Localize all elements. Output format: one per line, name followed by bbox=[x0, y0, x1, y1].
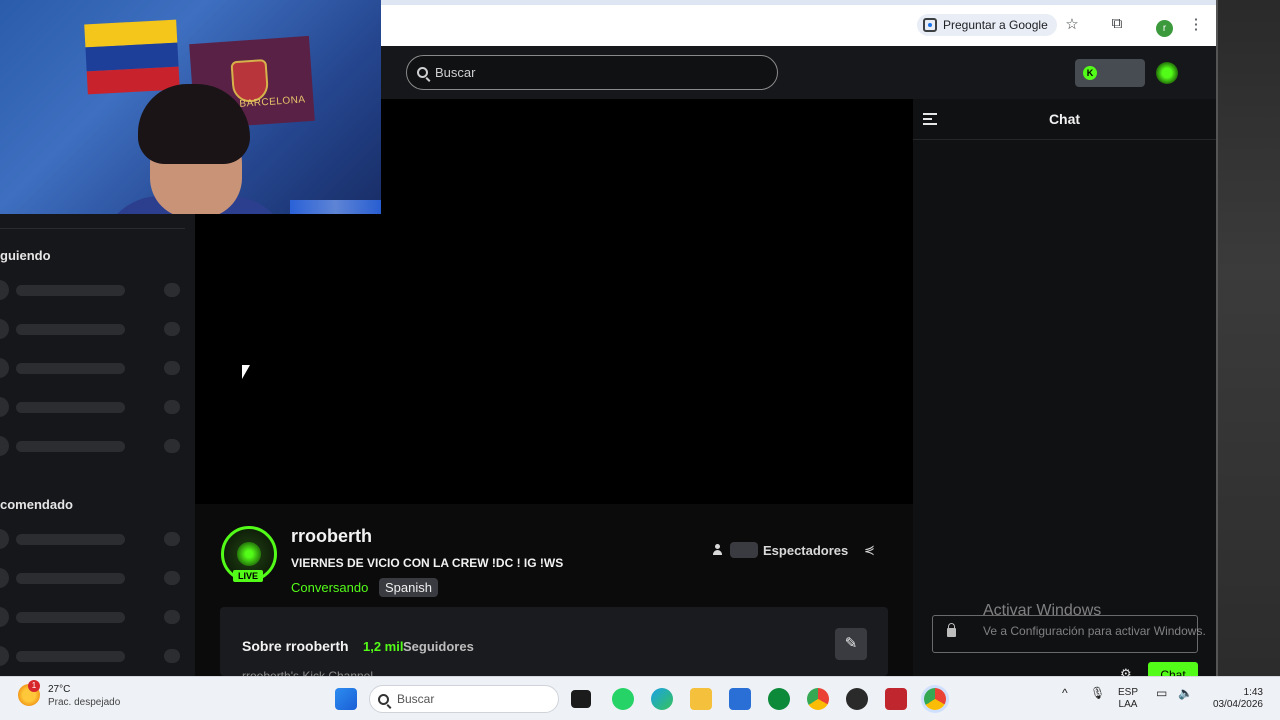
chrome-profile-icon[interactable] bbox=[924, 688, 946, 710]
sidebar-recommended-item[interactable] bbox=[0, 568, 185, 588]
taskbar: 1 27°C Prac. despejado Buscar ^ 🎙 ESP LA… bbox=[0, 676, 1280, 720]
webcam-overlay: BARCELONA bbox=[0, 0, 381, 214]
mouse-cursor bbox=[242, 365, 250, 379]
profile-avatar[interactable]: r bbox=[1156, 20, 1173, 37]
search-input[interactable] bbox=[435, 65, 755, 80]
about-panel: Sobre rrooberth 1,2 mil Seguidores rroob… bbox=[220, 607, 888, 683]
sidebar-recommended-item[interactable] bbox=[0, 646, 185, 666]
sidebar-following-item[interactable] bbox=[0, 319, 185, 339]
edit-icon[interactable]: ✎ bbox=[835, 628, 867, 660]
clock-time: 1:43 bbox=[1243, 687, 1263, 698]
streamer-person bbox=[100, 78, 290, 214]
sidebar-following-item[interactable] bbox=[0, 436, 185, 456]
chrome-icon[interactable] bbox=[807, 688, 829, 710]
language-tag[interactable]: Spanish bbox=[379, 578, 438, 597]
sidebar-following-item[interactable] bbox=[0, 280, 185, 300]
screen: Preguntar a Google ☆ ⧉ r ⋮ K guiendo com… bbox=[0, 0, 1280, 720]
microphone-icon[interactable]: 🎙 bbox=[1090, 687, 1105, 699]
chat-title: Chat bbox=[1048, 111, 1081, 127]
chat-input[interactable] bbox=[932, 615, 1198, 653]
start-menu-icon[interactable] bbox=[335, 688, 357, 710]
sidebar: guiendo comendado bbox=[0, 214, 195, 676]
file-explorer-icon[interactable] bbox=[690, 688, 712, 710]
browser-menu-icon[interactable]: ⋮ bbox=[1186, 15, 1206, 33]
sidebar-following-item[interactable] bbox=[0, 358, 185, 378]
weather-condition: Prac. despejado bbox=[48, 697, 121, 708]
user-avatar[interactable] bbox=[1156, 62, 1178, 84]
kick-logo-icon: K bbox=[1083, 66, 1097, 80]
language-code: ESP bbox=[1118, 687, 1139, 698]
viewer-count: Espectadores bbox=[713, 542, 848, 558]
weather-widget[interactable]: 1 27°C Prac. despejado bbox=[18, 680, 121, 708]
search-box[interactable] bbox=[406, 55, 778, 90]
followers-label: Seguidores bbox=[403, 639, 474, 654]
lock-icon bbox=[947, 623, 956, 637]
viewers-label: Espectadores bbox=[763, 542, 849, 558]
volume-icon[interactable]: 🔈 bbox=[1178, 687, 1193, 699]
temperature: 27°C bbox=[48, 684, 71, 695]
stream-category[interactable]: Conversando bbox=[291, 580, 368, 595]
whatsapp-icon[interactable] bbox=[612, 688, 634, 710]
store-icon[interactable] bbox=[729, 688, 751, 710]
obs-icon[interactable] bbox=[846, 688, 868, 710]
sidebar-recommended-item[interactable] bbox=[0, 529, 185, 549]
app-icon[interactable] bbox=[885, 688, 907, 710]
chat-header: Chat bbox=[913, 99, 1216, 140]
keyboard-layout: LAA bbox=[1118, 699, 1138, 710]
weather-badge: 1 bbox=[28, 680, 40, 692]
lens-icon bbox=[923, 18, 937, 32]
live-badge: LIVE bbox=[233, 570, 264, 582]
sidebar-following-title: guiendo bbox=[0, 248, 51, 263]
tray-chevron-icon[interactable]: ^ bbox=[1062, 687, 1068, 699]
followers-count: 1,2 mil bbox=[363, 639, 404, 654]
task-view-icon[interactable] bbox=[571, 690, 591, 708]
ask-google-label: Preguntar a Google bbox=[943, 18, 1048, 32]
network-icon[interactable]: ▭ bbox=[1156, 687, 1167, 699]
clock-date: 03/04/2026 bbox=[1212, 699, 1263, 710]
sidebar-recommended-title: comendado bbox=[0, 497, 73, 512]
weather-icon: 1 bbox=[18, 680, 40, 706]
utorrent-icon[interactable] bbox=[768, 688, 790, 710]
channel-name[interactable]: rrooberth bbox=[291, 526, 372, 547]
sidebar-following-item[interactable] bbox=[0, 397, 185, 417]
led-strip bbox=[290, 200, 381, 214]
sidebar-divider bbox=[0, 228, 185, 229]
clock[interactable]: 1:43 03/04/2026 bbox=[1203, 687, 1263, 711]
browser-toolbar: Preguntar a Google ☆ ⧉ r ⋮ bbox=[381, 0, 1216, 46]
site-header: K bbox=[381, 46, 1216, 99]
about-title: Sobre rrooberth bbox=[242, 638, 349, 654]
kick-points-button[interactable]: K bbox=[1075, 59, 1145, 87]
chat-panel: Chat ⚙ Chat bbox=[913, 99, 1216, 684]
language-indicator[interactable]: ESP LAA bbox=[1118, 687, 1138, 711]
viewers-icon bbox=[713, 544, 725, 556]
sidebar-recommended-item[interactable] bbox=[0, 607, 185, 627]
search-icon bbox=[378, 693, 389, 705]
ask-google-button[interactable]: Preguntar a Google bbox=[917, 14, 1057, 36]
taskbar-search-label: Buscar bbox=[397, 692, 435, 706]
edge-icon[interactable] bbox=[651, 688, 673, 710]
viewer-count-placeholder bbox=[730, 542, 758, 558]
share-icon[interactable]: ⋞ bbox=[864, 542, 878, 557]
taskbar-search[interactable]: Buscar bbox=[369, 685, 559, 713]
stream-title: VIERNES DE VICIO CON LA CREW !DC ! IG !W… bbox=[291, 556, 564, 570]
bookmark-star-icon[interactable]: ☆ bbox=[1062, 15, 1082, 33]
extensions-icon[interactable]: ⧉ bbox=[1107, 15, 1127, 32]
channel-info: LIVE rrooberth VIERNES DE VICIO CON LA C… bbox=[195, 504, 913, 683]
search-icon bbox=[417, 67, 428, 78]
desktop-background bbox=[1216, 0, 1280, 676]
